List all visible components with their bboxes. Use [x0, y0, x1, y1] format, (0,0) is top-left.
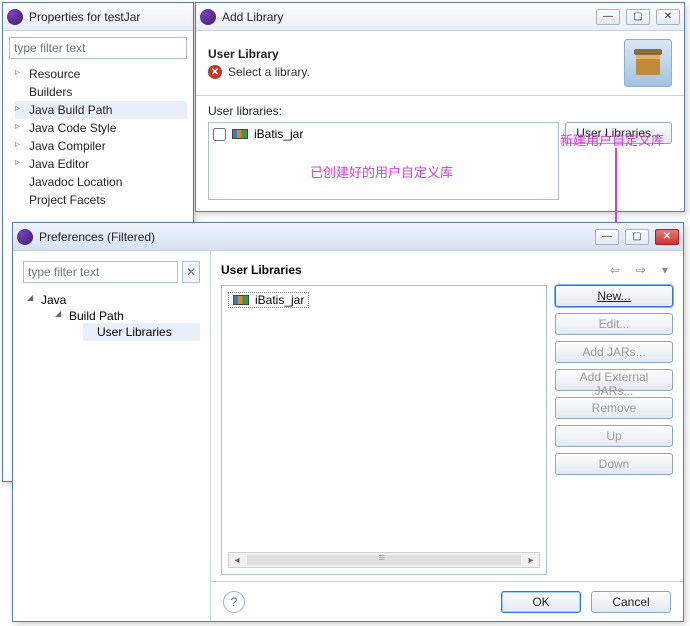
- minimize-button[interactable]: —: [595, 229, 619, 245]
- properties-tree-item[interactable]: Java Compiler: [15, 137, 187, 155]
- maximize-button[interactable]: ▢: [625, 229, 649, 245]
- new-button[interactable]: New...: [555, 285, 673, 307]
- error-icon: ✕: [208, 65, 222, 79]
- properties-title: Properties for testJar: [29, 10, 189, 24]
- scroll-right-icon[interactable]: ▸: [523, 553, 539, 567]
- preferences-tree[interactable]: Java Build Path User Libraries: [23, 291, 200, 345]
- add-library-title: Add Library: [222, 10, 596, 24]
- page-title: User Libraries: [221, 263, 302, 277]
- close-button[interactable]: ✕: [655, 229, 679, 245]
- help-button[interactable]: ?: [223, 591, 245, 613]
- ok-button[interactable]: OK: [501, 591, 581, 613]
- eclipse-icon: [200, 9, 216, 25]
- close-button[interactable]: ✕: [656, 9, 680, 25]
- preferences-window: Preferences (Filtered) — ▢ ✕ ✕ Java Buil…: [12, 222, 684, 622]
- library-name: iBatis_jar: [254, 127, 303, 141]
- tree-node-java[interactable]: Java Build Path User Libraries: [27, 291, 200, 345]
- library-icon: [232, 129, 248, 139]
- properties-tree-item[interactable]: Javadoc Location: [15, 173, 187, 191]
- scroll-thumb[interactable]: [247, 555, 521, 565]
- tree-node-user-libraries[interactable]: User Libraries: [83, 323, 200, 341]
- properties-tree-item[interactable]: Resource: [15, 65, 187, 83]
- eclipse-icon: [17, 229, 33, 245]
- clear-filter-button[interactable]: ✕: [182, 261, 200, 283]
- eclipse-icon: [7, 9, 23, 25]
- properties-tree-item[interactable]: Java Code Style: [15, 119, 187, 137]
- nav-fwd-icon[interactable]: ⇨: [631, 261, 651, 279]
- properties-tree-item[interactable]: Project Facets: [15, 191, 187, 209]
- properties-filter-input[interactable]: [9, 37, 187, 59]
- library-checkbox[interactable]: [213, 128, 226, 141]
- cancel-button[interactable]: Cancel: [591, 591, 671, 613]
- add-library-titlebar[interactable]: Add Library — ▢ ✕: [196, 3, 684, 31]
- user-libraries-list[interactable]: iBatis_jar: [208, 122, 559, 200]
- properties-titlebar[interactable]: Properties for testJar: [3, 3, 193, 31]
- add-external-jars-button[interactable]: Add External JARs...: [555, 369, 673, 391]
- library-icon: [233, 295, 249, 305]
- annotation-new-userlib: 新建用户自定义库: [560, 130, 664, 149]
- properties-tree-item[interactable]: Java Editor: [15, 155, 187, 173]
- banner-error-text: Select a library.: [228, 65, 310, 79]
- nav-history: ⇦ ⇨ ▾: [605, 261, 673, 279]
- list-item[interactable]: iBatis_jar: [228, 292, 309, 308]
- properties-tree-item[interactable]: Builders: [15, 83, 187, 101]
- library-name: iBatis_jar: [255, 293, 304, 307]
- edit-button[interactable]: Edit...: [555, 313, 673, 335]
- horizontal-scrollbar[interactable]: ◂ ▸: [228, 552, 540, 568]
- preferences-title: Preferences (Filtered): [39, 230, 595, 244]
- add-jars-button[interactable]: Add JARs...: [555, 341, 673, 363]
- remove-button[interactable]: Remove: [555, 397, 673, 419]
- maximize-button[interactable]: ▢: [626, 9, 650, 25]
- minimize-button[interactable]: —: [596, 9, 620, 25]
- library-jar-icon: [624, 39, 672, 87]
- user-libraries-label: User libraries:: [208, 104, 672, 118]
- preferences-filter-input[interactable]: [23, 261, 178, 283]
- list-item[interactable]: iBatis_jar: [213, 127, 554, 141]
- down-button[interactable]: Down: [555, 453, 673, 475]
- tree-node-build-path[interactable]: Build Path User Libraries: [55, 307, 200, 343]
- defined-libraries-list[interactable]: iBatis_jar ◂ ▸: [221, 285, 547, 575]
- annotation-already-created: 已创建好的用户自定义库: [310, 162, 453, 181]
- properties-tree-item[interactable]: Java Build Path: [15, 101, 187, 119]
- nav-back-icon[interactable]: ⇦: [605, 261, 625, 279]
- nav-menu-icon[interactable]: ▾: [657, 261, 673, 279]
- scroll-left-icon[interactable]: ◂: [229, 553, 245, 567]
- properties-tree[interactable]: ResourceBuildersJava Build PathJava Code…: [9, 65, 187, 209]
- up-button[interactable]: Up: [555, 425, 673, 447]
- preferences-titlebar[interactable]: Preferences (Filtered) — ▢ ✕: [13, 223, 683, 251]
- banner-title: User Library: [208, 47, 310, 61]
- add-library-banner: User Library ✕ Select a library.: [196, 31, 684, 96]
